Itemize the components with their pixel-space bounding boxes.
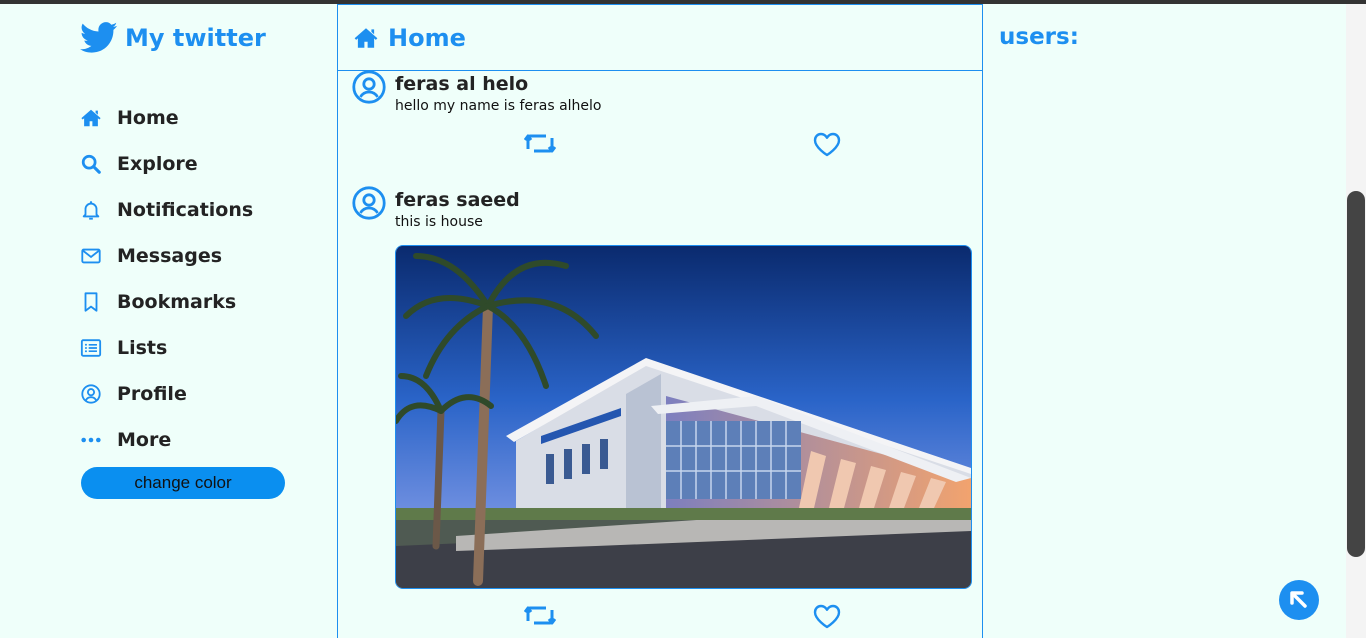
sidebar-item-label: Notifications — [117, 199, 254, 221]
home-icon — [80, 107, 102, 129]
sidebar-item-notifications[interactable]: Notifications — [80, 187, 253, 233]
modern-building-photo — [396, 246, 971, 588]
sidebar-item-lists[interactable]: Lists — [80, 325, 253, 371]
arrow-up-left-icon — [1290, 591, 1307, 608]
users-title: users: — [999, 24, 1079, 50]
scrollbar-thumb[interactable] — [1347, 191, 1365, 557]
change-color-button[interactable]: change color — [81, 467, 285, 499]
retweet-button[interactable] — [523, 603, 557, 629]
sidebar-item-more[interactable]: More — [80, 417, 253, 463]
retweet-icon — [523, 134, 557, 153]
sidebar-item-label: More — [117, 429, 172, 451]
retweet-button[interactable] — [523, 131, 557, 157]
tweet-text: this is house — [395, 214, 483, 230]
sidebar-nav: Home Explore Notifications Messages Book… — [80, 95, 253, 463]
sidebar-item-profile[interactable]: Profile — [80, 371, 253, 417]
page-title: Home — [388, 23, 466, 52]
sidebar-item-label: Bookmarks — [117, 291, 237, 313]
avatar[interactable] — [352, 186, 386, 220]
tweet-image[interactable] — [395, 245, 972, 589]
avatar[interactable] — [352, 70, 386, 104]
sidebar-item-home[interactable]: Home — [80, 95, 253, 141]
twitter-bird-icon — [80, 22, 118, 53]
sidebar-item-explore[interactable]: Explore — [80, 141, 253, 187]
sidebar-item-label: Profile — [117, 383, 187, 405]
like-button[interactable] — [811, 603, 843, 629]
sidebar-item-label: Messages — [117, 245, 223, 267]
bell-icon — [80, 199, 102, 221]
heart-icon — [813, 604, 841, 629]
user-circle-icon — [352, 70, 386, 104]
user-circle-icon — [352, 186, 386, 220]
brand-title: My twitter — [125, 24, 266, 52]
sidebar-item-messages[interactable]: Messages — [80, 233, 253, 279]
tweet-author-name[interactable]: feras saeed — [395, 189, 520, 211]
main-feed-column: feras al helo hello my name is feras alh… — [337, 4, 983, 638]
main-header: Home — [338, 4, 982, 71]
scroll-to-top-button[interactable] — [1279, 580, 1319, 620]
like-button[interactable] — [811, 131, 843, 157]
sidebar-item-label: Explore — [117, 153, 198, 175]
more-dots-icon — [80, 429, 102, 451]
sidebar-item-label: Lists — [117, 337, 168, 359]
tweet-author-name[interactable]: feras al helo — [395, 73, 528, 95]
sidebar-item-label: Home — [117, 107, 179, 129]
sidebar: My twitter Home Explore Notifications Me… — [80, 4, 330, 638]
list-icon — [80, 337, 102, 359]
sidebar-item-bookmarks[interactable]: Bookmarks — [80, 279, 253, 325]
tweet-text: hello my name is feras alhelo — [395, 98, 602, 114]
bookmark-icon — [80, 291, 102, 313]
retweet-icon — [523, 606, 557, 625]
heart-icon — [813, 132, 841, 157]
brand[interactable]: My twitter — [80, 18, 266, 58]
envelope-icon — [80, 245, 102, 267]
user-circle-icon — [80, 383, 102, 405]
home-icon — [354, 27, 378, 48]
search-icon — [80, 153, 102, 175]
